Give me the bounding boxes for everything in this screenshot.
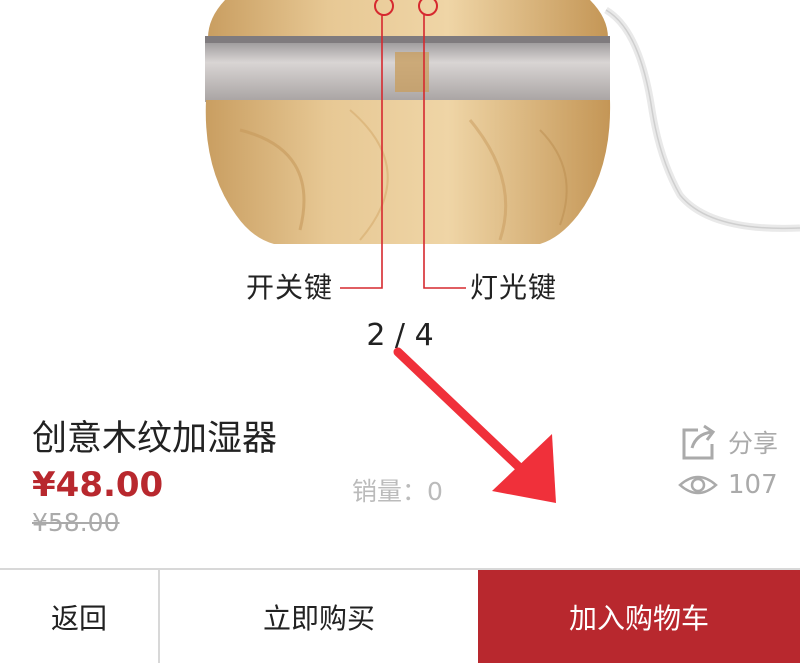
humidifier-image [205, 0, 800, 289]
original-price: ¥58.00 [32, 508, 120, 537]
power-button-callout: 开关键 [246, 271, 334, 304]
buy-now-button[interactable]: 立即购买 [160, 570, 478, 663]
back-button[interactable]: 返回 [0, 570, 160, 663]
eye-icon [678, 475, 718, 495]
light-button-callout: 灯光键 [470, 271, 558, 304]
views-count: 107 [728, 470, 778, 500]
bottom-action-bar: 返回 立即购买 加入购物车 [0, 568, 800, 663]
image-pager: 2 / 4 [366, 318, 434, 353]
add-to-cart-button[interactable]: 加入购物车 [478, 570, 800, 663]
product-price: ¥48.00 [32, 465, 164, 505]
product-image[interactable]: 开关键 灯光键 [0, 0, 800, 330]
share-label: 分享 [728, 429, 779, 458]
share-icon [682, 424, 716, 460]
view-count: 107 [678, 470, 778, 500]
product-title: 创意木纹加湿器 [32, 419, 278, 459]
sales-count: 销量：0 [352, 477, 443, 506]
share-button[interactable]: 分享 [678, 422, 778, 462]
